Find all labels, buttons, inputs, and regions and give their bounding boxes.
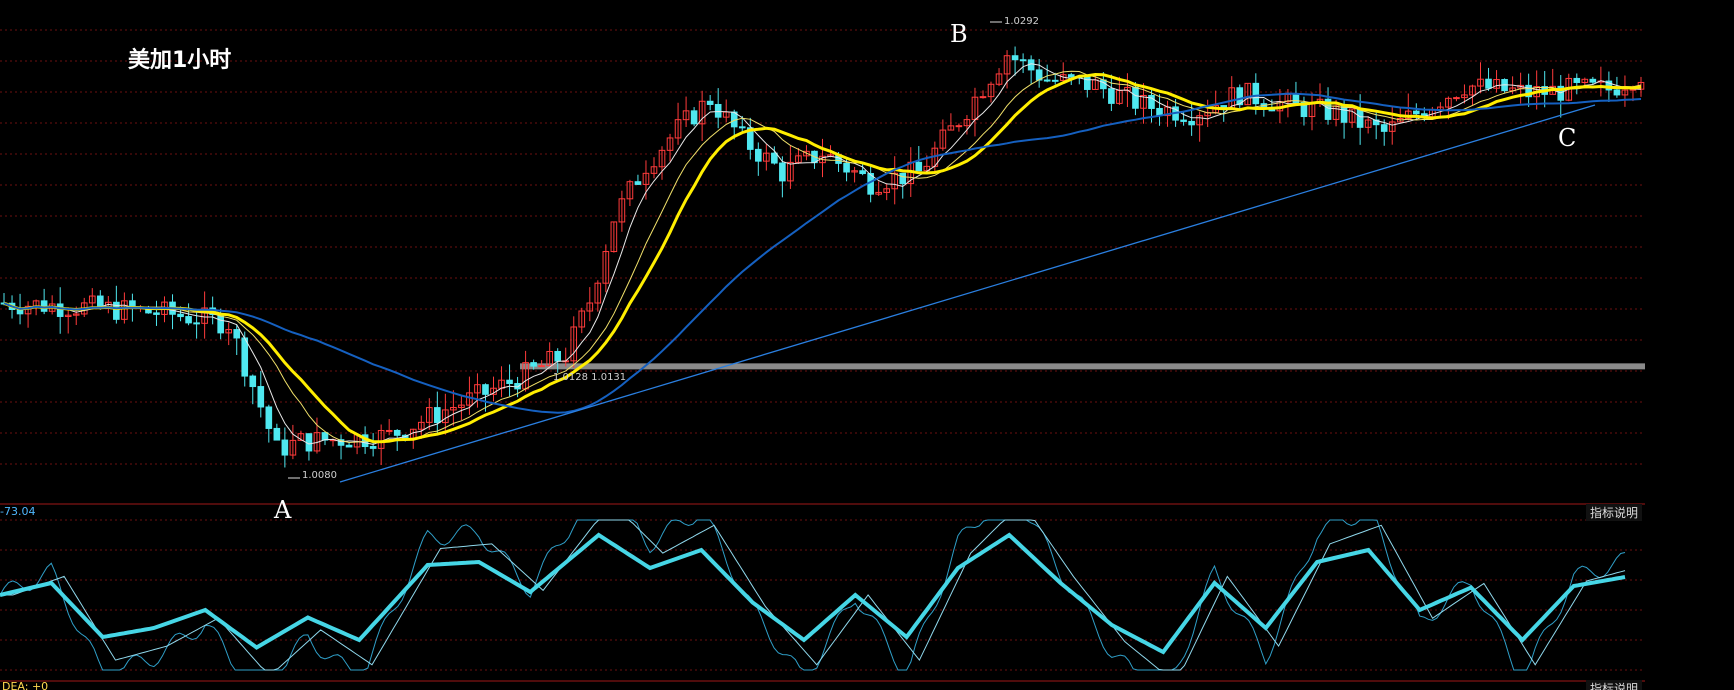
candle-body [1043,79,1051,82]
candle-body [1067,74,1075,78]
candle-body [634,181,642,185]
point-a-label: A [274,496,292,524]
candle-body [506,379,513,385]
indicator-help-button-2[interactable]: 指标说明 [1586,680,1643,690]
candle-body [779,162,786,182]
ma-line-short [3,63,1642,445]
level-price-label: 1.0128 1.0131 [553,372,627,383]
chart-canvas [0,21,1645,682]
candle-body [1180,119,1187,122]
candle-body [514,383,521,390]
candle-body [185,316,192,324]
candle-body [193,322,200,325]
candle-body [369,446,377,449]
candle-body [771,152,778,164]
candle-body [1132,86,1139,109]
candle-body [1252,82,1260,105]
candle-body [859,170,866,175]
candle-body [554,350,562,362]
candle-body [1051,79,1059,82]
candle-body [1453,97,1460,100]
candle-body [96,295,104,308]
candle-body [241,337,249,377]
candle-body [257,386,265,408]
candle-body [1340,105,1348,123]
candle-body [177,313,184,318]
oscillator-signal-line [0,519,1626,671]
oscillator-main-line [0,532,1626,655]
candle-body [843,162,850,173]
candle-body [979,96,987,99]
candle-body [754,148,762,162]
candle-body [899,172,907,185]
candle-body [1412,110,1420,115]
candle-body [385,429,393,432]
oscillator-value-label: -73.04 [0,505,36,518]
candle-body [1011,55,1019,61]
candle-body [1188,120,1195,126]
support-level-band [520,363,1645,370]
dea-value-label: DEA: +0 [2,680,49,690]
candle-body [233,329,241,339]
candle-body [153,312,160,315]
candle-body [690,110,698,125]
candle-body [1019,59,1027,62]
candle-body [530,362,537,367]
candle-body [1108,88,1115,104]
candle-body [955,125,963,128]
candle-body [1613,89,1621,96]
candle-body [1589,78,1597,83]
chart-title: 美加1小时 [128,48,232,73]
candle-body [1356,108,1364,128]
candle-body [915,161,923,172]
chart-window: 美加1小时 A B C 1.0080 1.0292 1.0128 1.0131 … [0,0,1734,690]
candle-body [393,429,401,436]
candle-body [706,100,714,105]
indicator-help-button[interactable]: 指标说明 [1586,504,1643,521]
candle-body [714,103,722,118]
candle-body [1573,77,1581,83]
high-price-label: 1.0292 [1004,16,1039,27]
point-c-label: C [1558,124,1577,152]
candle-body [434,407,441,424]
candle-body [273,427,281,441]
candle-body [265,406,273,429]
candle-body [482,384,489,395]
candle-body [345,444,353,448]
low-price-label: 1.0080 [302,470,337,481]
candle-body [1485,78,1492,89]
candle-body [321,432,329,441]
candle-body [538,365,545,368]
candle-body [217,313,224,334]
candle-body [249,375,257,388]
candle-body [738,126,746,129]
candle-body [1380,124,1388,132]
point-b-label: B [950,20,968,48]
candle-body [56,303,64,317]
candle-body [281,439,289,456]
candle-body [305,433,313,452]
